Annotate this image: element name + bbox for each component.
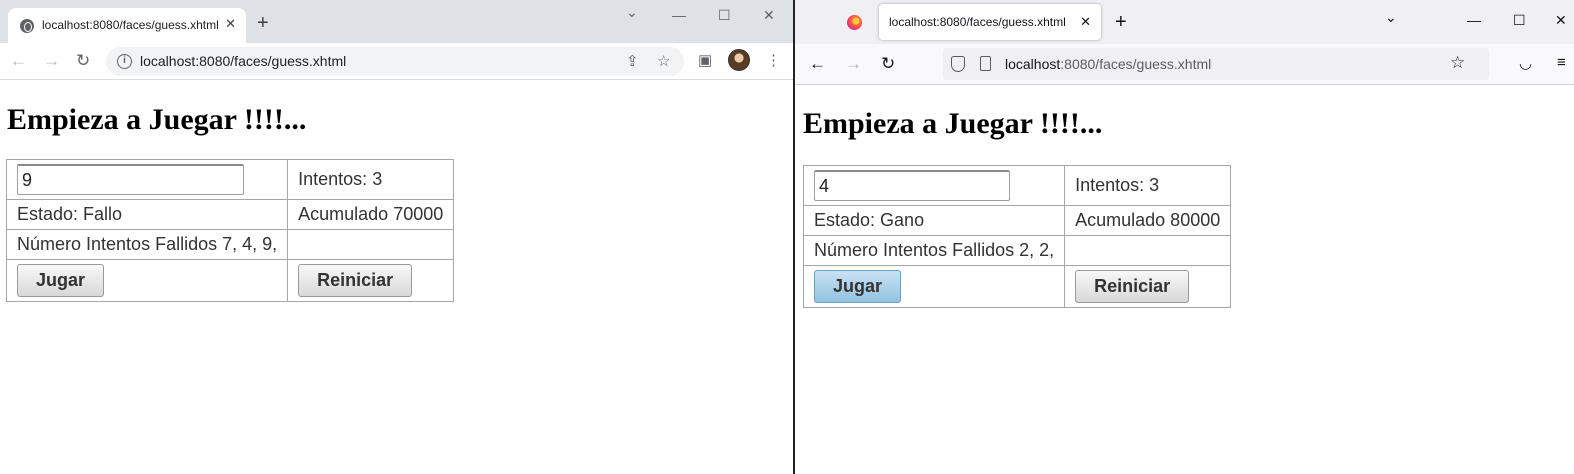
minimize-icon[interactable]: — — [672, 7, 686, 23]
bookmark-star-icon[interactable]: ☆ — [657, 52, 670, 70]
close-window-icon[interactable]: ✕ — [1555, 12, 1567, 29]
reload-icon[interactable]: ↻ — [76, 51, 90, 71]
intentos-text: Intentos: 3 — [1064, 165, 1232, 206]
game-table: Intentos: 3 Estado: Gano Acumulado 80000… — [802, 165, 1232, 308]
forward-icon[interactable]: → — [845, 54, 862, 74]
acumulado-text: Acumulado 80000 — [1064, 205, 1232, 236]
jugar-button[interactable]: Jugar — [814, 270, 902, 303]
firefox-toolbar: ← → ↻ localhost:8080/faces/guess.xhtml ☆… — [795, 44, 1574, 85]
new-tab-icon[interactable]: + — [1115, 12, 1127, 32]
maximize-icon[interactable]: ☐ — [1513, 12, 1526, 29]
table-row: Número Intentos Fallidos 7, 4, 9, — [5, 229, 455, 260]
close-tab-icon[interactable]: ✕ — [1080, 14, 1091, 30]
side-panel-icon[interactable]: ▣ — [698, 51, 712, 69]
jugar-button[interactable]: Jugar — [17, 264, 105, 297]
forward-icon[interactable]: → — [43, 51, 60, 71]
hamburger-menu-icon[interactable]: ≡ — [1557, 54, 1566, 71]
maximize-icon[interactable]: ☐ — [718, 7, 731, 24]
tab-search-icon[interactable]: ⌄ — [626, 4, 638, 21]
chrome-tab-strip: localhost:8080/faces/guess.xhtml ✕ + ⌄ —… — [0, 0, 793, 43]
page-title: Empieza a Juegar !!!!... — [7, 103, 307, 136]
chrome-tab-guess[interactable]: localhost:8080/faces/guess.xhtml ✕ — [8, 8, 246, 43]
input-cell — [5, 159, 289, 200]
firefox-address-bar[interactable]: localhost:8080/faces/guess.xhtml ☆ — [943, 48, 1489, 80]
page-info-icon[interactable] — [980, 56, 991, 71]
globe-icon — [20, 19, 34, 33]
empty-cell — [287, 229, 455, 260]
firefox-logo-icon[interactable] — [847, 15, 862, 30]
site-info-icon[interactable]: i — [117, 54, 132, 69]
firefox-window: localhost:8080/faces/guess.xhtml ✕ + ⌄ —… — [795, 0, 1574, 474]
close-tab-icon[interactable]: ✕ — [225, 16, 236, 32]
table-row: Estado: Gano Acumulado 80000 — [802, 205, 1232, 236]
firefox-page-content: Empieza a Juegar !!!!... Intentos: 3 Est… — [795, 86, 1574, 474]
new-tab-icon[interactable]: + — [257, 13, 269, 33]
firefox-url-path: :8080/faces/guess.xhtml — [1060, 56, 1212, 72]
tracking-protection-shield-icon[interactable] — [951, 56, 965, 72]
bookmark-star-icon[interactable]: ☆ — [1450, 53, 1465, 73]
jugar-cell: Jugar — [802, 265, 1066, 308]
reiniciar-cell: Reiniciar — [1064, 265, 1232, 308]
game-table: Intentos: 3 Estado: Fallo Acumulado 7000… — [5, 159, 455, 302]
reiniciar-button[interactable]: Reiniciar — [1075, 270, 1190, 303]
reload-icon[interactable]: ↻ — [881, 54, 895, 74]
table-row: Intentos: 3 — [802, 165, 1232, 206]
guess-input[interactable] — [814, 170, 1010, 201]
table-row: Número Intentos Fallidos 2, 2, — [802, 235, 1232, 266]
estado-text: Estado: Gano — [802, 205, 1066, 236]
input-cell — [802, 165, 1066, 206]
chrome-window: localhost:8080/faces/guess.xhtml ✕ + ⌄ —… — [0, 0, 793, 474]
list-all-tabs-icon[interactable]: ⌄ — [1385, 9, 1397, 26]
share-icon[interactable]: ⇪ — [626, 52, 639, 70]
firefox-tab-guess[interactable]: localhost:8080/faces/guess.xhtml ✕ — [879, 4, 1101, 40]
chrome-url[interactable]: localhost:8080/faces/guess.xhtml — [140, 53, 346, 69]
guess-input[interactable] — [17, 164, 244, 195]
fallidos-text: Número Intentos Fallidos 7, 4, 9, — [5, 229, 289, 260]
close-window-icon[interactable]: ✕ — [763, 7, 775, 24]
table-row: Jugar Reiniciar — [5, 259, 455, 302]
back-icon[interactable]: ← — [809, 54, 826, 74]
chrome-toolbar: ← → ↻ i localhost:8080/faces/guess.xhtml… — [0, 43, 793, 80]
firefox-tab-strip: localhost:8080/faces/guess.xhtml ✕ + ⌄ —… — [795, 0, 1574, 44]
firefox-url[interactable]: localhost:8080/faces/guess.xhtml — [1005, 56, 1211, 72]
back-icon[interactable]: ← — [10, 51, 27, 71]
empty-cell — [1064, 235, 1232, 266]
chrome-page-content: Empieza a Juegar !!!!... Intentos: 3 Est… — [0, 81, 793, 474]
reiniciar-button[interactable]: Reiniciar — [298, 264, 413, 297]
profile-avatar[interactable] — [728, 49, 750, 71]
chrome-menu-icon[interactable]: ⋮ — [766, 51, 781, 69]
table-row: Jugar Reiniciar — [802, 265, 1232, 308]
jugar-cell: Jugar — [5, 259, 289, 302]
page-title: Empieza a Juegar !!!!... — [803, 107, 1103, 140]
reiniciar-cell: Reiniciar — [287, 259, 455, 302]
table-row: Estado: Fallo Acumulado 70000 — [5, 199, 455, 230]
pocket-icon[interactable]: ◡ — [1519, 54, 1532, 72]
table-row: Intentos: 3 — [5, 159, 455, 200]
estado-text: Estado: Fallo — [5, 199, 289, 230]
fallidos-text: Número Intentos Fallidos 2, 2, — [802, 235, 1066, 266]
chrome-address-bar[interactable]: i localhost:8080/faces/guess.xhtml ⇪ ☆ — [106, 47, 684, 76]
acumulado-text: Acumulado 70000 — [287, 199, 455, 230]
firefox-tab-title: localhost:8080/faces/guess.xhtml — [889, 15, 1066, 29]
firefox-url-host: localhost — [1005, 56, 1061, 72]
minimize-icon[interactable]: — — [1467, 12, 1481, 28]
intentos-text: Intentos: 3 — [287, 159, 455, 200]
chrome-tab-title: localhost:8080/faces/guess.xhtml — [42, 18, 219, 32]
